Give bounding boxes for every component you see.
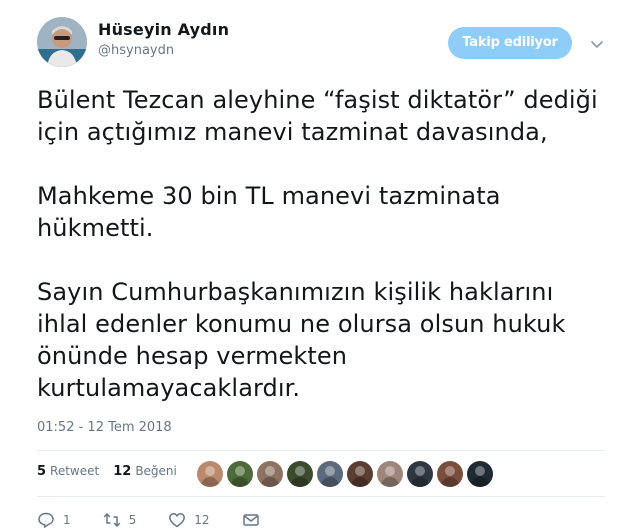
- reply-icon: [38, 512, 54, 528]
- retweet-button[interactable]: 5: [103, 511, 137, 529]
- avatar[interactable]: [37, 17, 87, 67]
- chevron-down-icon[interactable]: [589, 36, 605, 52]
- tweet-card: Hüseyin Aydın @hsynaydn Takip ediliyor B…: [0, 0, 640, 531]
- liker-avatar[interactable]: [347, 461, 373, 487]
- retweet-stat-label: Retweet: [50, 464, 100, 478]
- reply-button[interactable]: 1: [37, 511, 71, 529]
- like-stat-label: Beğeni: [135, 464, 177, 478]
- like-stat[interactable]: 12 Beğeni: [113, 464, 177, 479]
- tweet-paragraph: Sayın Cumhurbaşkanımızın kişilik hakları…: [37, 278, 566, 402]
- screen-name[interactable]: @hsynaydn: [98, 42, 229, 60]
- retweet-stat-count: 5: [37, 464, 47, 479]
- avatar-image: [37, 17, 87, 67]
- tweet-stats: 5 Retweet 12 Beğeni: [37, 464, 191, 479]
- envelope-icon: [242, 514, 259, 526]
- liker-avatar[interactable]: [437, 461, 463, 487]
- divider: [37, 496, 605, 497]
- liker-avatar[interactable]: [377, 461, 403, 487]
- liker-avatar[interactable]: [317, 461, 343, 487]
- tweet-timestamp[interactable]: 01:52 - 12 Tem 2018: [37, 420, 172, 435]
- retweet-stat[interactable]: 5 Retweet: [37, 464, 99, 479]
- divider: [37, 450, 605, 451]
- liker-avatar[interactable]: [227, 461, 253, 487]
- author-block: Hüseyin Aydın @hsynaydn: [98, 20, 229, 60]
- retweet-icon: [103, 513, 120, 527]
- display-name[interactable]: Hüseyin Aydın: [98, 20, 229, 40]
- liker-avatar[interactable]: [467, 461, 493, 487]
- liker-avatar[interactable]: [197, 461, 223, 487]
- heart-icon: [169, 513, 186, 528]
- tweet-paragraph: Bülent Tezcan aleyhine “faşist diktatör”…: [37, 86, 598, 146]
- following-button[interactable]: Takip ediliyor: [448, 27, 572, 59]
- like-stat-count: 12: [113, 464, 132, 479]
- like-count: 12: [194, 513, 210, 527]
- liker-avatar[interactable]: [287, 461, 313, 487]
- liker-avatars: [197, 461, 497, 487]
- like-button[interactable]: 12: [168, 511, 210, 529]
- liker-avatar[interactable]: [407, 461, 433, 487]
- tweet-actions: 1 5 12: [37, 511, 300, 529]
- direct-message-button[interactable]: [242, 511, 268, 529]
- liker-avatar[interactable]: [257, 461, 283, 487]
- tweet-text: Bülent Tezcan aleyhine “faşist diktatör”…: [37, 84, 627, 404]
- retweet-count: 5: [128, 513, 137, 527]
- tweet-paragraph: Mahkeme 30 bin TL manevi tazminata hükme…: [37, 182, 501, 242]
- reply-count: 1: [63, 513, 71, 527]
